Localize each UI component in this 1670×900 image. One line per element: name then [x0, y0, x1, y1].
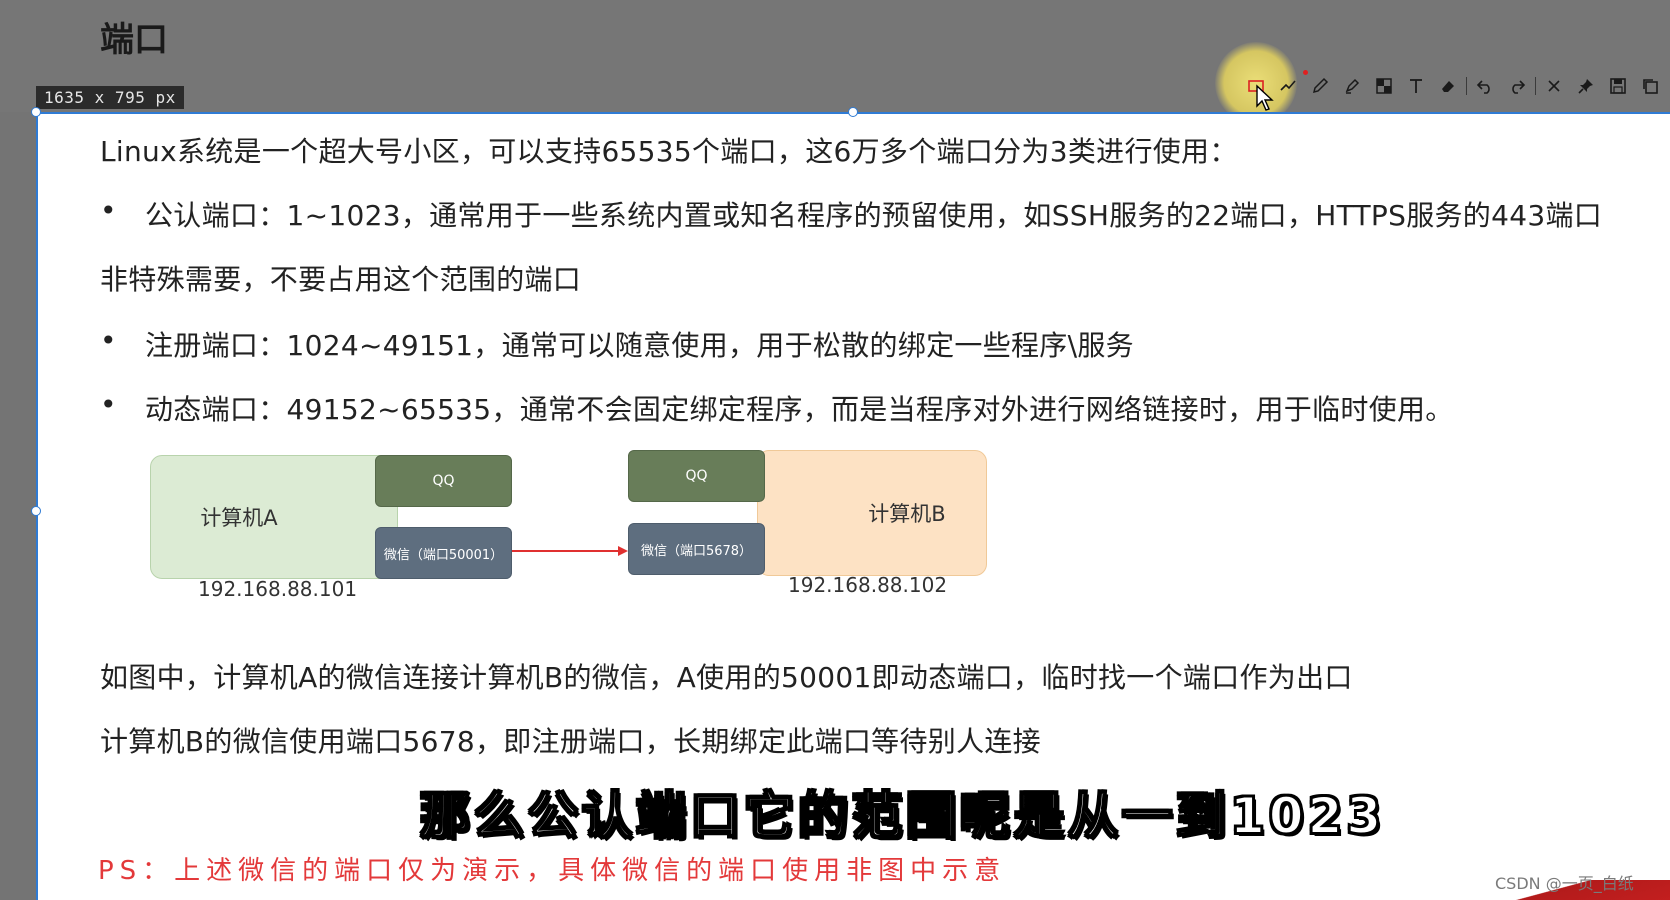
ip-address-a: 192.168.88.101 — [198, 577, 358, 601]
bullet-marker: • — [100, 194, 117, 227]
bullet-well-known-ports-continued: 非特殊需要，不要占用这个范围的端口 — [100, 263, 582, 296]
mouse-cursor-icon — [1256, 84, 1274, 111]
page-title: 端口 — [100, 20, 168, 60]
intro-text: Linux系统是一个超大号小区，可以支持65535个端口，这6万多个端口分为3类… — [100, 135, 1238, 168]
mosaic-tool-icon[interactable] — [1368, 70, 1400, 102]
computer-a-box: 计算机A — [150, 455, 398, 579]
qq-app-b: QQ — [628, 450, 765, 502]
close-icon[interactable] — [1538, 70, 1570, 102]
connection-arrow — [512, 546, 628, 556]
csdn-watermark: CSDN @一页_白纸 — [1495, 874, 1634, 893]
bullet-marker: • — [100, 324, 117, 357]
port-connection-diagram: 计算机A 计算机B QQ 微信（端口50001） QQ 微信（端口5678） 1… — [140, 445, 1000, 605]
resize-handle-top[interactable] — [848, 107, 858, 117]
video-subtitle: 那么公认端口它的范围呢是从一到1023 — [419, 786, 1386, 846]
explanation-line-2: 计算机B的微信使用端口5678，即注册端口，长期绑定此端口等待别人连接 — [100, 725, 1041, 758]
undo-icon[interactable] — [1469, 70, 1501, 102]
computer-a-label: 计算机A — [200, 506, 278, 530]
wechat-app-a: 微信（端口50001） — [375, 527, 512, 579]
computer-b-label: 计算机B — [868, 502, 946, 526]
ip-address-b: 192.168.88.102 — [788, 573, 948, 597]
text-tool-icon[interactable] — [1400, 70, 1432, 102]
qq-app-a: QQ — [375, 455, 512, 507]
computer-b-box: 计算机B — [757, 450, 987, 576]
wechat-app-b: 微信（端口5678） — [628, 523, 765, 575]
resize-handle-top-left[interactable] — [31, 107, 41, 117]
pencil-tool-icon[interactable] — [1304, 70, 1336, 102]
eraser-tool-icon[interactable] — [1432, 70, 1464, 102]
redo-icon[interactable] — [1501, 70, 1533, 102]
bullet-marker: • — [100, 388, 117, 421]
record-indicator — [1303, 70, 1308, 75]
save-icon[interactable] — [1602, 70, 1634, 102]
line-tool-icon[interactable] — [1272, 70, 1304, 102]
capture-size-label: 1635 x 795 px — [36, 86, 184, 109]
copy-icon[interactable] — [1634, 70, 1666, 102]
ps-note: PS：上述微信的端口仅为演示，具体微信的端口使用非图中示意 — [98, 856, 1007, 886]
marker-tool-icon[interactable] — [1336, 70, 1368, 102]
toolbar-separator — [1466, 77, 1467, 95]
resize-handle-left[interactable] — [31, 506, 41, 516]
bullet-registered-ports: 注册端口：1024~49151，通常可以随意使用，用于松散的绑定一些程序\服务 — [145, 329, 1134, 362]
explanation-line-1: 如图中，计算机A的微信连接计算机B的微信，A使用的50001即动态端口，临时找一… — [100, 661, 1353, 694]
toolbar-separator — [1535, 77, 1536, 95]
bullet-well-known-ports: 公认端口：1~1023，通常用于一些系统内置或知名程序的预留使用，如SSH服务的… — [145, 199, 1603, 232]
pin-icon[interactable] — [1570, 70, 1602, 102]
bullet-dynamic-ports: 动态端口：49152~65535，通常不会固定绑定程序，而是当程序对外进行网络链… — [145, 393, 1454, 426]
